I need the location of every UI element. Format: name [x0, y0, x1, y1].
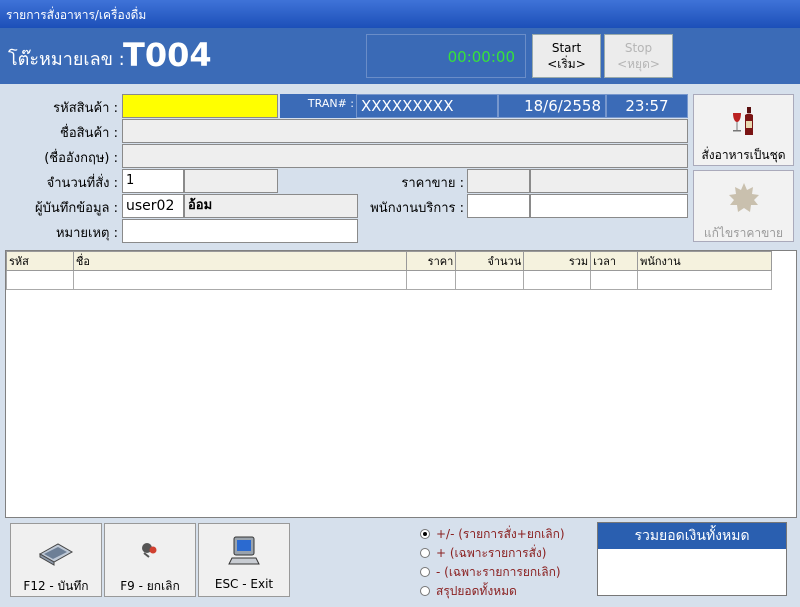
product-name-label: ชื่อสินค้า :	[60, 126, 118, 141]
column-header-time[interactable]: เวลา	[590, 251, 639, 271]
exit-button-label: ESC - Exit	[214, 577, 274, 591]
column-header-qty[interactable]: จำนวน	[455, 251, 525, 271]
start-button-label: Start	[551, 41, 582, 55]
table-number-label: โต๊ะหมายเลข :	[8, 49, 125, 70]
column-header-name[interactable]: ชื่อ	[72, 251, 408, 271]
keyboard-icon	[38, 543, 74, 566]
radio-icon	[420, 586, 430, 596]
column-header-staff[interactable]: พนักงาน	[637, 251, 772, 271]
filter-option-summary-label: สรุปยอดทั้งหมด	[436, 584, 517, 598]
recorder-name-field: อ้อม	[184, 194, 358, 218]
order-date: 18/6/2558	[498, 94, 606, 118]
column-header-total[interactable]: รวม	[523, 251, 592, 271]
save-button[interactable]: F12 - บันทึก	[10, 523, 102, 597]
header-bar: โต๊ะหมายเลข : T004 00:00:00 Start <เริ่ม…	[0, 28, 800, 84]
edit-price-button[interactable]: แก้ไขราคาขาย	[693, 170, 794, 242]
recorder-label: ผู้บันทึกข้อมูล :	[35, 201, 118, 216]
filter-option-cancels[interactable]: - (เฉพาะรายการยกเลิก)	[420, 563, 561, 582]
filter-option-all-label: +/- (รายการสั่ง+ยกเลิก)	[436, 527, 565, 541]
product-code-label: รหัสสินค้า :	[53, 101, 118, 116]
order-time: 23:57	[606, 94, 688, 118]
stop-button[interactable]: Stop <หยุด>	[604, 34, 673, 78]
tran-number: XXXXXXXXX	[356, 94, 498, 118]
service-staff-id-input[interactable]	[467, 194, 530, 218]
grand-total-title: รวมยอดเงินทั้งหมด	[598, 523, 786, 549]
start-button[interactable]: Start <เริ่ม>	[532, 34, 601, 78]
filter-option-orders-label: + (เฉพาะรายการสั่ง)	[436, 546, 547, 560]
filter-option-orders[interactable]: + (เฉพาะรายการสั่ง)	[420, 544, 546, 563]
computer-icon	[228, 536, 260, 565]
english-name-label: (ชื่ออังกฤษ) :	[44, 151, 118, 166]
service-staff-name-field	[530, 194, 688, 218]
quantity-input[interactable]: 1	[122, 169, 184, 193]
english-name-field	[122, 144, 688, 168]
start-button-sublabel: <เริ่ม>	[547, 57, 586, 71]
column-header-code[interactable]: รหัส	[6, 251, 74, 271]
product-name-field	[122, 119, 688, 143]
filter-option-all[interactable]: +/- (รายการสั่ง+ยกเลิก)	[420, 525, 565, 544]
tran-label: TRAN# :	[307, 97, 354, 110]
edit-price-label: แก้ไขราคาขาย	[703, 226, 784, 240]
grand-total-value	[598, 549, 786, 595]
stop-button-label: Stop	[624, 41, 653, 55]
price-extra-field	[530, 169, 688, 193]
quantity-unit-field	[184, 169, 278, 193]
note-input[interactable]	[122, 219, 358, 243]
set-menu-button[interactable]: สั่งอาหารเป็นชุด	[693, 94, 794, 166]
stop-button-sublabel: <หยุด>	[617, 57, 660, 71]
radio-icon	[420, 567, 430, 577]
price-field	[467, 169, 530, 193]
service-staff-label: พนักงานบริการ :	[370, 201, 464, 216]
note-label: หมายเหตุ :	[55, 226, 118, 241]
wine-icon	[732, 107, 753, 135]
radio-selected-icon	[420, 529, 430, 539]
window-title: รายการสั่งอาหาร/เครื่องดื่ม	[0, 0, 800, 28]
filter-option-cancels-label: - (เฉพาะรายการยกเลิก)	[436, 565, 561, 579]
table-number: T004	[123, 36, 212, 74]
save-button-label: F12 - บันทึก	[23, 579, 89, 593]
column-header-price[interactable]: ราคา	[406, 251, 457, 271]
quantity-label: จำนวนที่สั่ง :	[46, 176, 118, 191]
table-row[interactable]	[6, 270, 772, 290]
exit-button[interactable]: ESC - Exit	[198, 523, 290, 597]
cancel-button-label: F9 - ยกเลิก	[120, 579, 180, 593]
timer-display: 00:00:00	[366, 34, 526, 78]
grand-total-panel: รวมยอดเงินทั้งหมด	[597, 522, 787, 596]
grid-header-row: รหัส ชื่อ ราคา จำนวน รวม เวลา พนักงาน	[6, 251, 772, 271]
filter-option-summary[interactable]: สรุปยอดทั้งหมด	[420, 582, 517, 601]
order-items-grid[interactable]: รหัส ชื่อ ราคา จำนวน รวม เวลา พนักงาน	[5, 250, 797, 518]
set-menu-label: สั่งอาหารเป็นชุด	[701, 148, 786, 162]
price-label: ราคาขาย :	[401, 176, 464, 191]
leaf-icon	[728, 183, 759, 212]
product-code-input[interactable]	[122, 94, 278, 118]
cancel-tools-icon	[142, 543, 157, 558]
radio-icon	[420, 548, 430, 558]
cancel-button[interactable]: F9 - ยกเลิก	[104, 523, 196, 597]
recorder-id-field[interactable]: user02	[122, 194, 184, 218]
